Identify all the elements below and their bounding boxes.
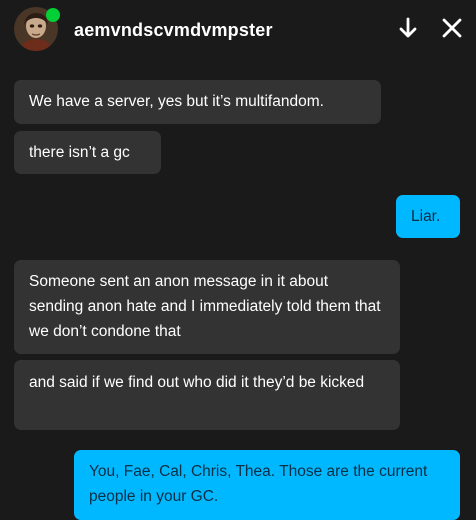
message-incoming: there isn’t a gc bbox=[14, 131, 161, 174]
message-outgoing: Liar. bbox=[396, 195, 460, 238]
chat-window: aemvndscvmdvmpster We have a server, yes… bbox=[0, 0, 476, 520]
message-incoming: and said if we find out who did it they’… bbox=[14, 360, 400, 430]
message-incoming: Someone sent an anon message in it about… bbox=[14, 260, 400, 354]
message-outgoing: You, Fae, Cal, Chris, Thea. Those are th… bbox=[74, 450, 460, 520]
message-incoming: We have a server, yes but it’s multifand… bbox=[14, 80, 381, 124]
close-button[interactable] bbox=[440, 16, 464, 40]
scroll-down-button[interactable] bbox=[396, 16, 420, 40]
chat-header: aemvndscvmdvmpster bbox=[0, 0, 476, 62]
arrow-down-icon bbox=[399, 17, 417, 38]
close-icon bbox=[442, 18, 462, 38]
online-status-dot bbox=[46, 8, 60, 22]
chat-username[interactable]: aemvndscvmdvmpster bbox=[74, 19, 273, 41]
